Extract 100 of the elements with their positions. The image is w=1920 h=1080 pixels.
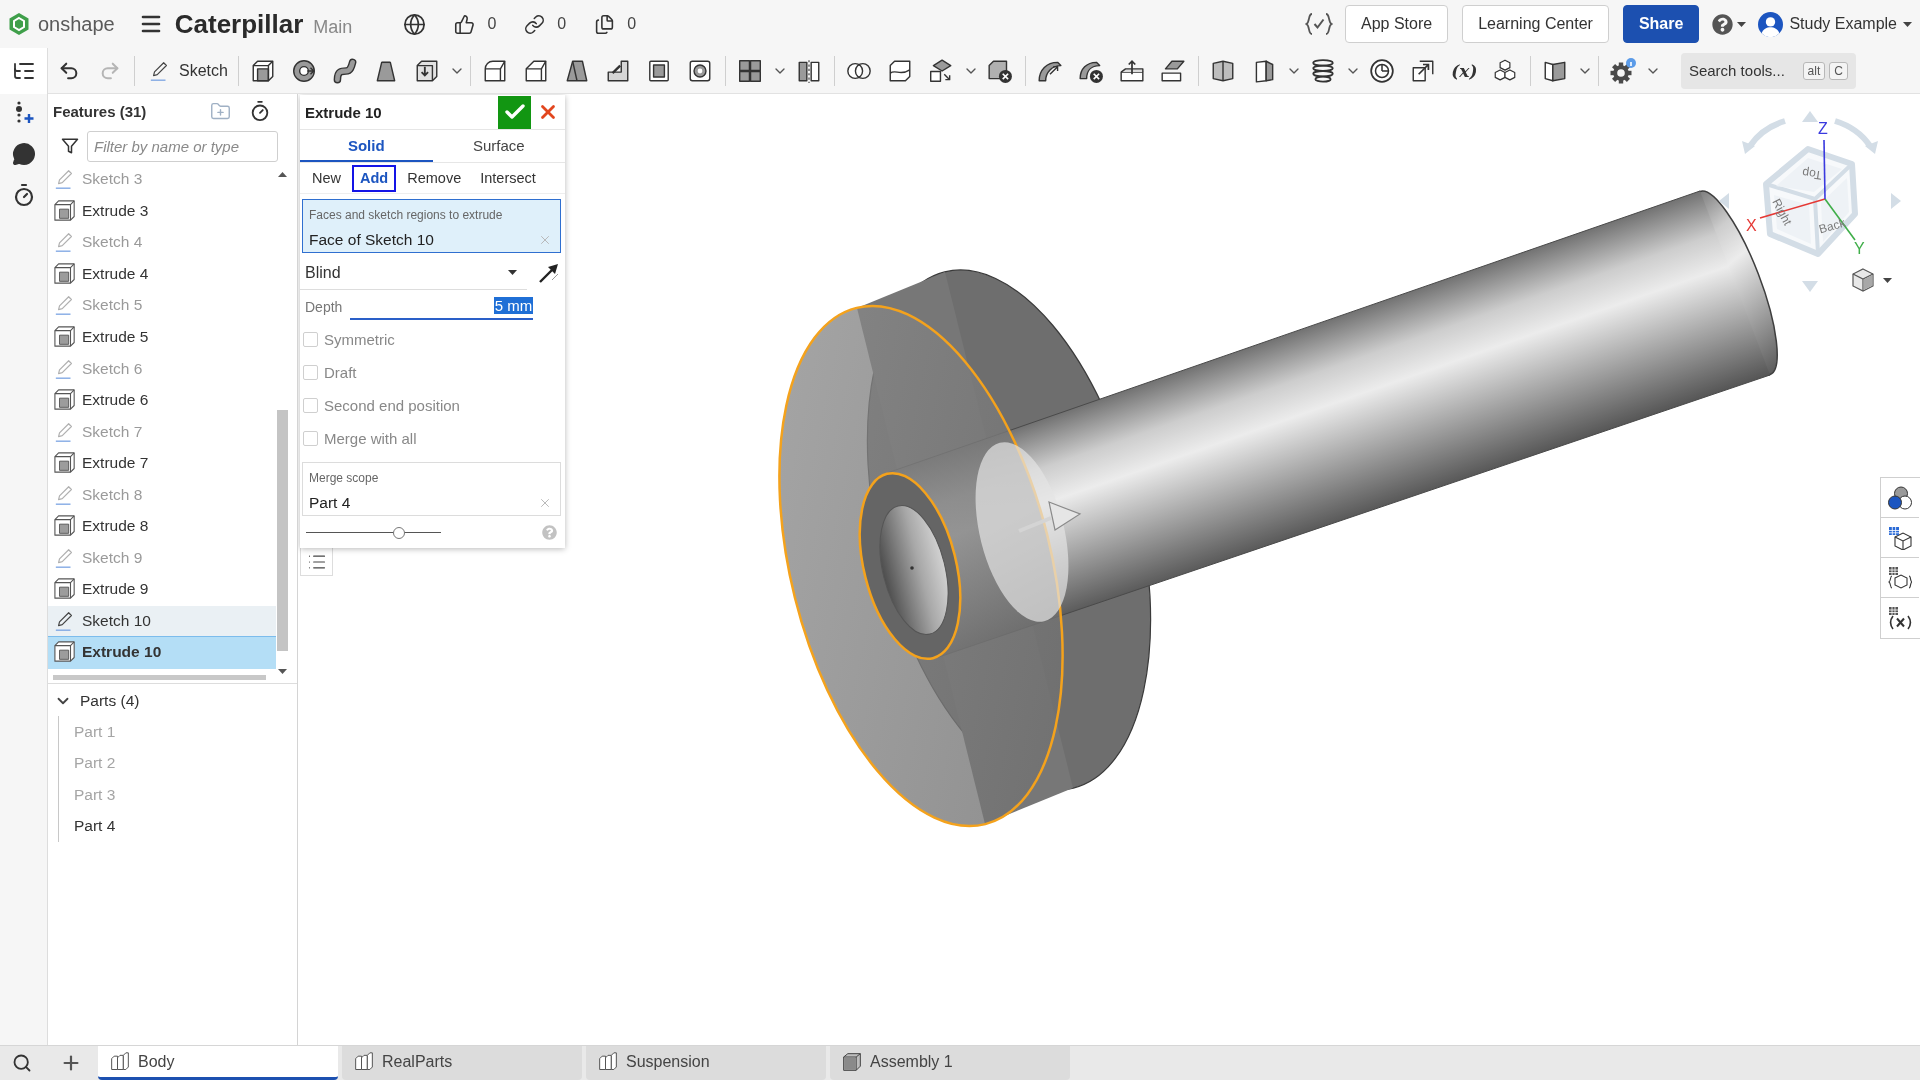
count-text: 0: [487, 15, 497, 33]
box-icon[interactable]: [54, 389, 76, 412]
braces-check-icon[interactable]: [1305, 12, 1333, 36]
dialog-title: Extrude 10: [305, 103, 383, 121]
documents-icon[interactable]: [594, 13, 616, 35]
merge-scope-field[interactable]: Merge scope Part 4: [302, 462, 561, 516]
stopwatch-icon[interactable]: [249, 100, 271, 122]
checkbox-label[interactable]: Draft: [324, 364, 357, 381]
feature-item[interactable]: Extrude 5: [48, 321, 276, 354]
hexagon-logo-icon[interactable]: [8, 12, 30, 36]
grid-cube-icon[interactable]: [1888, 525, 1912, 550]
end-type-dropdown[interactable]: Blind: [300, 256, 527, 290]
grid-icon[interactable]: [737, 57, 764, 84]
checkbox[interactable]: [303, 332, 318, 347]
filter-field[interactable]: Filter by name or type: [87, 130, 278, 162]
body-type-tab[interactable]: Surface: [432, 130, 565, 162]
field-value: Face of Sketch 10: [309, 230, 435, 249]
curved-tube-icon[interactable]: [332, 57, 359, 84]
shaded-cube-icon[interactable]: [1851, 268, 1875, 292]
search-field[interactable]: Search tools...: [1688, 55, 1799, 86]
feature-item[interactable]: Extrude 3: [48, 195, 276, 228]
feature-item[interactable]: Extrude 8: [48, 511, 276, 543]
sketch-button[interactable]: Sketch: [139, 52, 234, 89]
operation-option[interactable]: Intersect: [472, 164, 544, 192]
document-tab[interactable]: Assembly 1: [830, 1046, 1070, 1080]
feature-item[interactable]: Sketch 10: [48, 605, 276, 638]
checkbox[interactable]: [303, 431, 318, 446]
filter-icon[interactable]: [61, 137, 79, 155]
gear-icon[interactable]: [1609, 57, 1638, 84]
scrollbar-thumb[interactable]: [277, 410, 288, 651]
grid-parentheses-icon[interactable]: [1888, 606, 1912, 630]
thumbs-up-icon[interactable]: [454, 13, 476, 35]
feature-item[interactable]: Extrude 6: [48, 384, 276, 417]
blocks-icon[interactable]: [110, 1051, 130, 1072]
logo-text[interactable]: onshape: [38, 12, 115, 36]
share-button[interactable]: Share: [1622, 5, 1700, 43]
box-icon[interactable]: [54, 515, 76, 538]
operation-option[interactable]: Add: [352, 164, 397, 192]
part-item[interactable]: Part 4: [74, 810, 297, 842]
spring-icon[interactable]: [1310, 57, 1337, 84]
list-tab[interactable]: [300, 548, 333, 576]
speech-bubble-icon[interactable]: [11, 142, 36, 166]
cube-face-label: Top: [1801, 165, 1823, 183]
help-icon[interactable]: [1712, 13, 1734, 35]
field-label: Faces and sketch regions to extrude: [309, 208, 504, 223]
caret-up-icon[interactable]: [278, 172, 287, 177]
checkbox-label[interactable]: Symmetric: [324, 331, 395, 348]
user-name[interactable]: Study Example: [1789, 15, 1897, 33]
panel-title: Features (31): [53, 102, 148, 120]
checkbox-label[interactable]: Second end position: [324, 397, 460, 414]
search-box[interactable]: Search tools... alt C: [1680, 52, 1856, 89]
checkbox[interactable]: [303, 398, 318, 413]
blocks-icon[interactable]: [354, 1051, 374, 1072]
document-tab[interactable]: RealParts: [342, 1046, 582, 1080]
scrollbar[interactable]: [53, 674, 266, 680]
box-icon[interactable]: [54, 262, 76, 285]
body-type-tab[interactable]: Solid: [300, 130, 433, 162]
three-circles-icon[interactable]: [1888, 485, 1912, 510]
box-icon[interactable]: [54, 326, 76, 348]
grid-braces-icon[interactable]: [1888, 565, 1912, 590]
feature-item[interactable]: Extrude 4: [48, 258, 276, 291]
header-button[interactable]: App Store: [1345, 5, 1449, 43]
count-text: 0: [557, 15, 567, 33]
caret-down-icon[interactable]: [508, 270, 517, 275]
box-icon[interactable]: [54, 452, 76, 475]
feature-item[interactable]: Extrude 9: [48, 574, 276, 606]
header-button[interactable]: Learning Center: [1462, 5, 1609, 43]
blocks-icon[interactable]: [598, 1051, 618, 1072]
clock-icon[interactable]: [1369, 57, 1396, 84]
box-icon[interactable]: [54, 578, 76, 601]
avatar-icon[interactable]: [1758, 11, 1784, 37]
document-title: Caterpillar: [174, 8, 304, 40]
operation-option[interactable]: Remove: [399, 164, 470, 192]
checkbox-label[interactable]: Merge with all: [324, 430, 417, 447]
link-icon[interactable]: [524, 13, 546, 35]
field-value: Part 4: [309, 493, 352, 512]
box-icon[interactable]: [54, 199, 76, 222]
document-tab[interactable]: Body: [98, 1046, 338, 1080]
caret-down-icon[interactable]: [1737, 21, 1747, 27]
feature-item[interactable]: Extrude 10: [48, 637, 276, 669]
depth-field[interactable]: 5 mm: [350, 293, 534, 320]
caret-down-icon[interactable]: [1883, 277, 1892, 283]
checkbox[interactable]: [303, 365, 318, 380]
globe-icon[interactable]: [403, 12, 427, 36]
confirm-button[interactable]: [498, 95, 531, 129]
slider-thumb[interactable]: [393, 526, 406, 539]
box-icon[interactable]: [54, 641, 76, 664]
document-tab[interactable]: Suspension: [586, 1046, 826, 1080]
cube-icon[interactable]: [842, 1051, 862, 1072]
axis-label: X: [1746, 217, 1757, 234]
variable-button[interactable]: (x): [1443, 52, 1485, 89]
caret-down-icon[interactable]: [278, 669, 287, 674]
operation-option[interactable]: New: [304, 164, 349, 192]
caret-down-icon[interactable]: [1903, 21, 1912, 27]
arrow-icon[interactable]: [539, 263, 559, 283]
feature-item[interactable]: Extrude 7: [48, 447, 276, 480]
parts-header[interactable]: Parts (4): [48, 688, 297, 714]
selection-field[interactable]: Faces and sketch regions to extrude Face of Sketch 10: [302, 199, 561, 253]
search-icon[interactable]: [12, 1053, 32, 1073]
shortcut-key: alt: [1802, 61, 1826, 80]
